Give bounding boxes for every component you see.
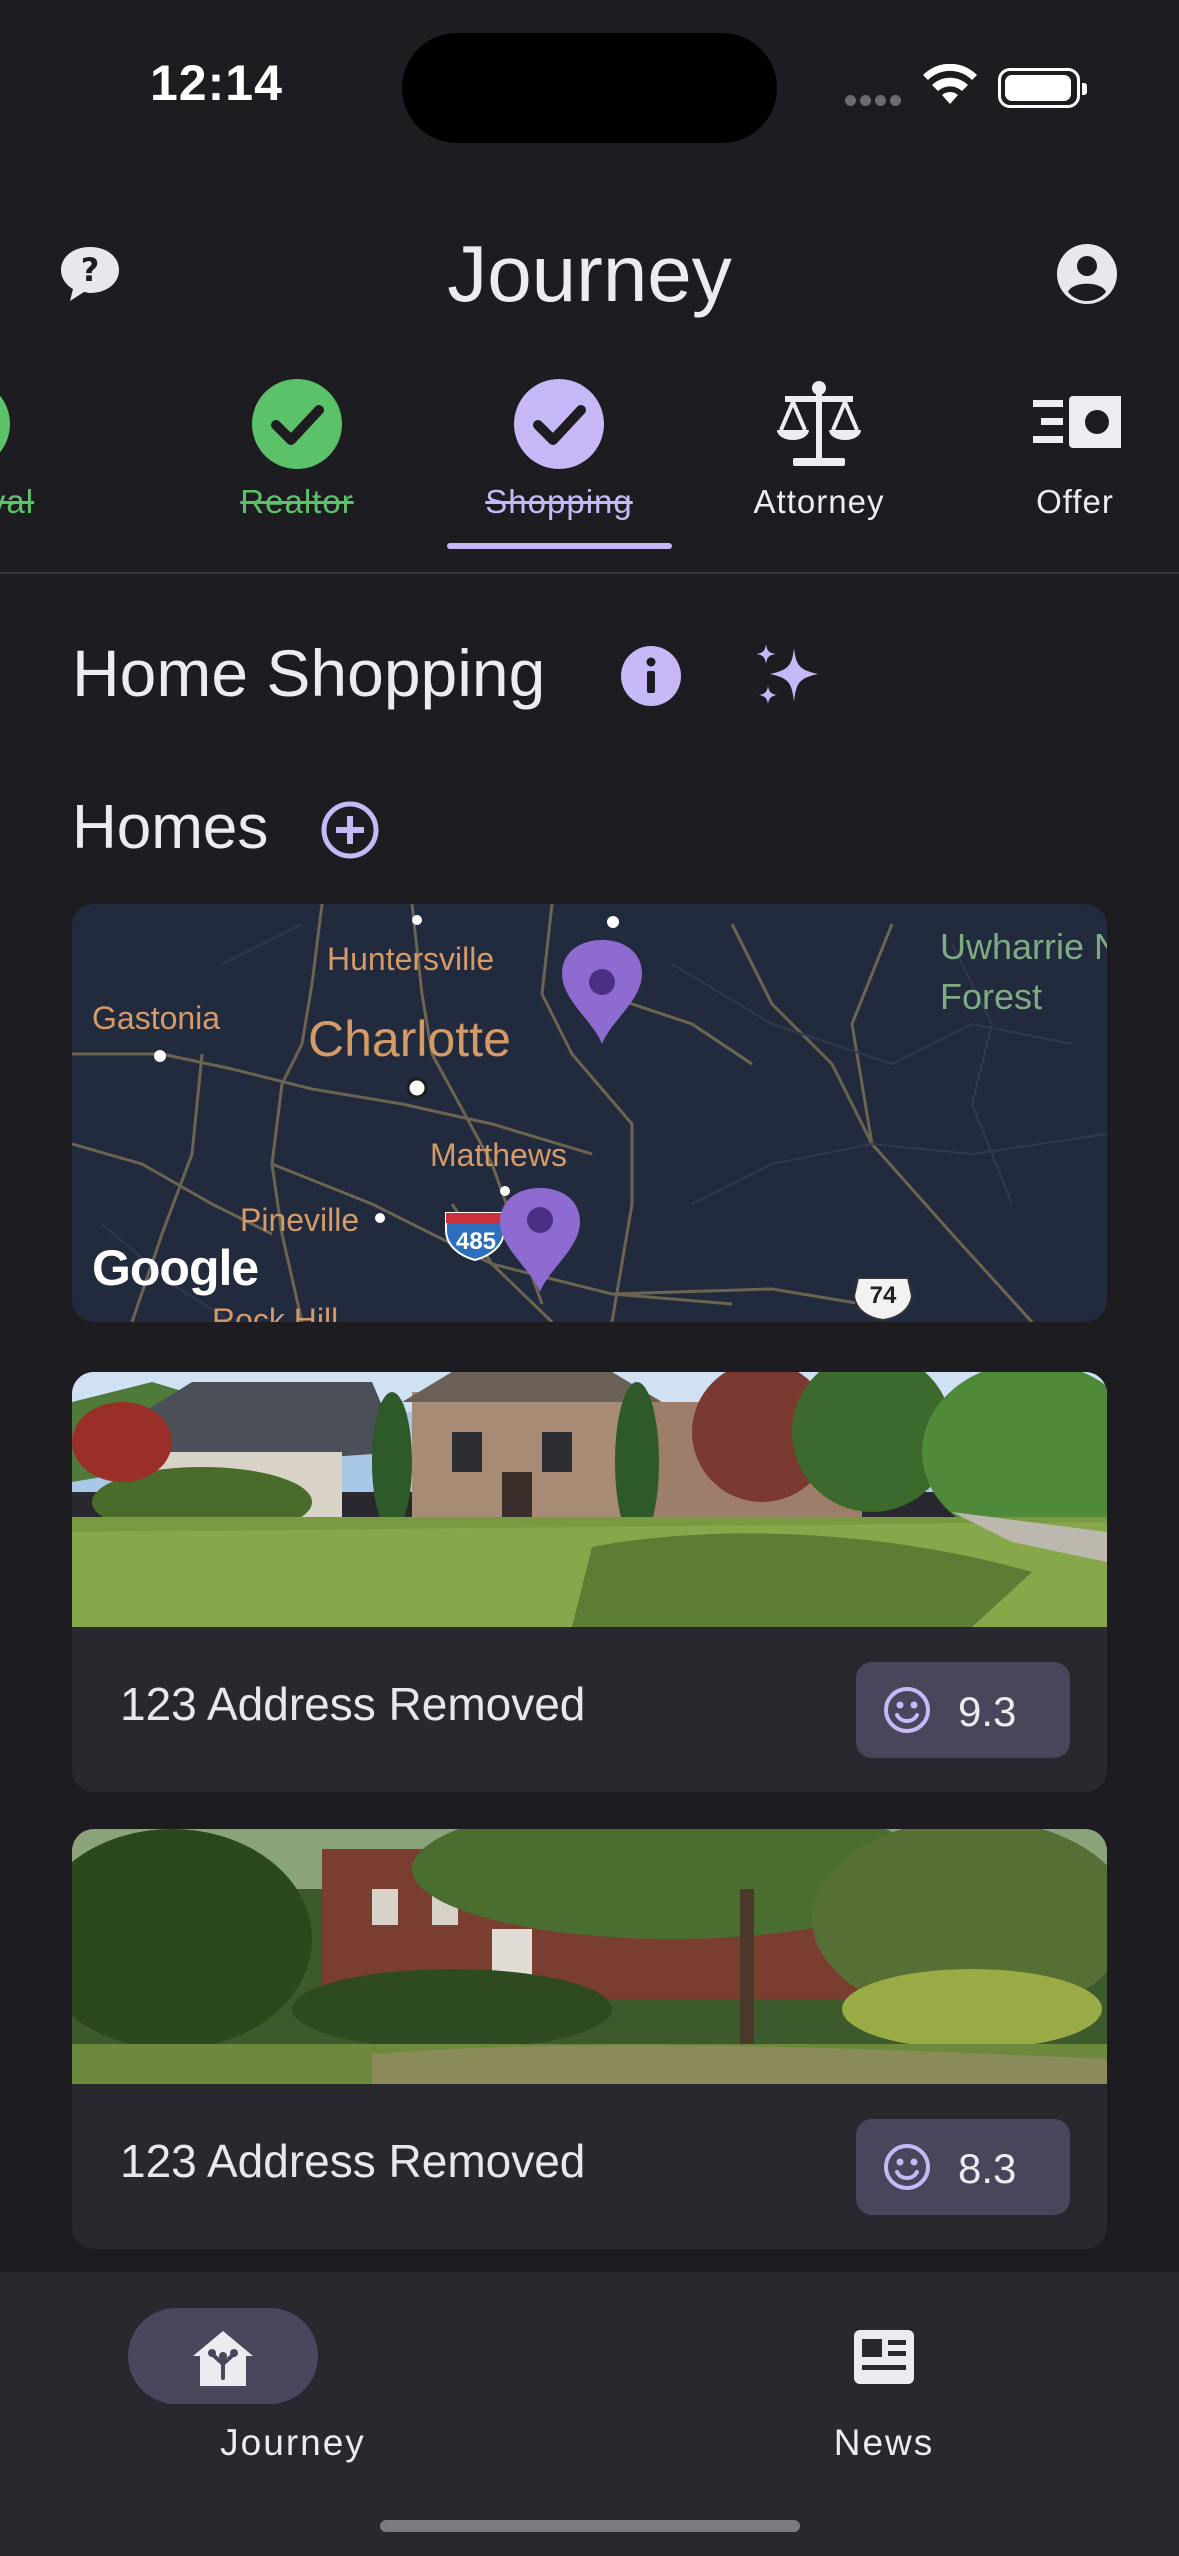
- section-title: Home Shopping: [72, 636, 546, 710]
- dynamic-island: [402, 33, 777, 143]
- sparkle-icon[interactable]: [752, 640, 824, 712]
- home-card[interactable]: 123 Address Removed 8.3: [72, 1829, 1107, 2249]
- us-route-label: 74: [869, 1282, 897, 1309]
- map-pin[interactable]: [500, 1188, 580, 1292]
- step-realtor[interactable]: Realtor: [182, 370, 412, 570]
- map-label-pineville: Pineville: [240, 1202, 360, 1238]
- google-attribution: Google: [92, 1240, 259, 1296]
- info-icon[interactable]: [620, 645, 682, 707]
- status-time: 12:14: [150, 55, 283, 111]
- wifi-icon: [923, 64, 977, 104]
- map-label-huntersville: Huntersville: [327, 941, 495, 977]
- active-step-indicator: [447, 543, 672, 549]
- home-score-value: 8.3: [958, 2145, 1017, 2192]
- step-attorney[interactable]: Attorney: [704, 370, 934, 570]
- status-bar: 12:14: [0, 0, 1179, 170]
- home-journey-icon: [193, 2331, 253, 2386]
- step-label: Attorney: [753, 483, 885, 520]
- check-circle-icon: [252, 379, 342, 469]
- check-circle-icon: [0, 395, 10, 453]
- home-address: 123 Address Removed: [120, 2135, 586, 2187]
- map-label-charlotte: Charlotte: [308, 1011, 511, 1067]
- nav-news-label[interactable]: News: [734, 2422, 1034, 2464]
- smiley-face-icon: [884, 1687, 930, 1733]
- step-label: Realtor: [240, 483, 354, 520]
- page-title: Journey: [447, 229, 732, 318]
- scale-icon: [777, 381, 861, 466]
- step-label: Approval: [0, 483, 35, 520]
- add-home-icon[interactable]: [320, 800, 380, 860]
- home-score-badge[interactable]: 9.3: [856, 1662, 1070, 1758]
- bottom-nav: Journey News: [0, 2272, 1179, 2556]
- divider: [0, 572, 1179, 574]
- news-icon[interactable]: [852, 2328, 916, 2386]
- home-card[interactable]: 123 Address Removed 9.3: [72, 1372, 1107, 1792]
- step-label: Shopping: [485, 483, 633, 520]
- map-pin[interactable]: [562, 940, 642, 1044]
- map-label-matthews: Matthews: [430, 1137, 567, 1173]
- home-address: 123 Address Removed: [120, 1678, 586, 1730]
- nav-journey-label[interactable]: Journey: [143, 2422, 443, 2464]
- home-photo: [72, 1829, 1107, 2084]
- home-photo: [72, 1372, 1107, 1627]
- map-label-gastonia: Gastonia: [92, 1000, 221, 1036]
- step-offer[interactable]: Offer: [960, 370, 1179, 570]
- home-score-value: 9.3: [958, 1688, 1017, 1735]
- cellular-signal-icon: [845, 93, 905, 111]
- account-icon[interactable]: [1056, 243, 1118, 305]
- step-approval[interactable]: Approval: [0, 370, 80, 570]
- journey-steps: Approval Realtor Shopping Attorney Offe: [0, 370, 1179, 570]
- step-label: Offer: [1036, 483, 1114, 520]
- map-label-uwharrie: Uwharrie National Forest: [940, 926, 1107, 1017]
- home-indicator[interactable]: [380, 2520, 800, 2532]
- battery-icon: [998, 68, 1087, 108]
- interstate-label: 485: [455, 1228, 497, 1255]
- offer-icon: [1033, 396, 1121, 448]
- step-shopping[interactable]: Shopping: [444, 370, 674, 570]
- homes-map[interactable]: Huntersville Gastonia Charlotte Matthews…: [72, 904, 1107, 1322]
- homes-title: Homes: [72, 793, 269, 862]
- check-circle-icon: [514, 379, 604, 469]
- map-label-rock-hill: Rock Hill: [212, 1302, 339, 1322]
- home-score-badge[interactable]: 8.3: [856, 2119, 1070, 2215]
- smiley-face-icon: [884, 2144, 930, 2190]
